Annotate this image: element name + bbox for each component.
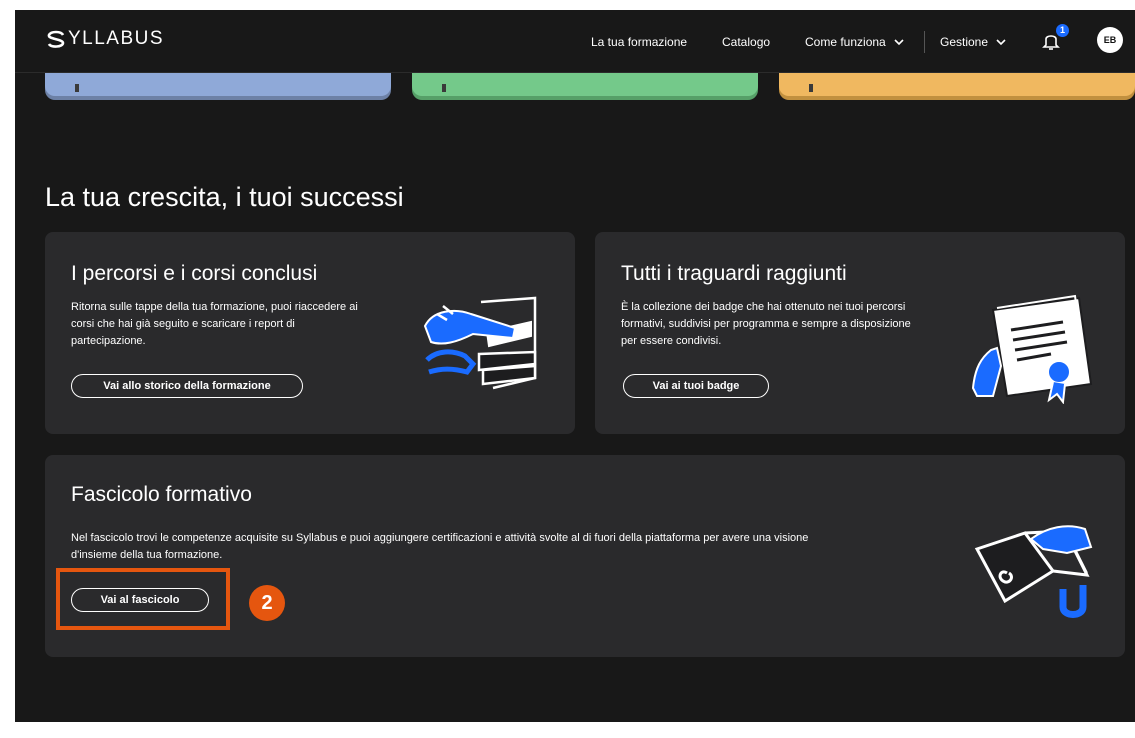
description-line: per essere condivisi. <box>621 335 722 347</box>
chevron-down-icon <box>996 39 1006 46</box>
chevron-down-icon <box>894 39 904 46</box>
description-line: partecipazione. <box>71 335 146 347</box>
tutorial-step-badge: 2 <box>249 585 285 621</box>
card-title: Tutti i traguardi raggiunti <box>621 262 847 285</box>
card-description: Nel fascicolo trovi le competenze acquis… <box>71 530 931 564</box>
nav-come-funziona[interactable]: Come funziona <box>805 35 904 49</box>
description-line: È la collezione dei badge che hai ottenu… <box>621 301 906 313</box>
card-fragment <box>809 84 813 92</box>
description-line: formativi, suddivisi per programma e sem… <box>621 318 911 330</box>
vai-allo-storico-button[interactable]: Vai allo storico della formazione <box>71 374 303 398</box>
section-title: La tua crescita, i tuoi successi <box>45 182 404 212</box>
card-percorsi-conclusi: I percorsi e i corsi conclusi Ritorna su… <box>45 232 575 434</box>
card-title: I percorsi e i corsi conclusi <box>71 262 318 285</box>
card-description: Ritorna sulle tappe della tua formazione… <box>71 299 411 350</box>
nav-label: Come funziona <box>805 35 886 49</box>
description-line: Nel fascicolo trovi le competenze acquis… <box>71 532 809 544</box>
description-line: d'insieme della tua formazione. <box>71 549 223 561</box>
user-avatar[interactable]: EB <box>1097 27 1123 53</box>
card-traguardi-raggiunti: Tutti i traguardi raggiunti È la collezi… <box>595 232 1125 434</box>
syllabus-logo-icon <box>47 30 65 48</box>
tutorial-highlight-box <box>56 568 230 630</box>
description-line: Ritorna sulle tappe della tua formazione… <box>71 301 358 313</box>
description-line: corsi che hai già seguito e scaricare i … <box>71 318 295 330</box>
app-window: YLLABUS La tua formazione Catalogo Come … <box>15 10 1135 722</box>
nav-catalogo[interactable]: Catalogo <box>722 35 770 49</box>
nav-label: Catalogo <box>722 35 771 49</box>
books-hand-illustration <box>423 296 537 390</box>
card-title: Fascicolo formativo <box>71 483 252 506</box>
vai-ai-tuoi-badge-button[interactable]: Vai ai tuoi badge <box>623 374 769 398</box>
nav-divider <box>924 31 925 53</box>
logo-text: YLLABUS <box>68 28 165 49</box>
certificate-ribbon-illustration <box>971 294 1093 404</box>
nav-gestione[interactable]: Gestione <box>940 35 1006 49</box>
top-navigation-bar: YLLABUS La tua formazione Catalogo Come … <box>15 10 1135 73</box>
card-fragment <box>75 84 79 92</box>
syllabus-logo[interactable]: YLLABUS <box>45 28 164 50</box>
card-description: È la collezione dei badge che hai ottenu… <box>621 299 966 350</box>
nav-la-tua-formazione[interactable]: La tua formazione <box>591 35 687 49</box>
notification-count-badge: 1 <box>1056 24 1069 37</box>
card-fragment <box>442 84 446 92</box>
nav-label: Gestione <box>940 35 989 49</box>
folder-magnet-illustration <box>974 525 1093 618</box>
nav-label: La tua formazione <box>591 35 688 49</box>
